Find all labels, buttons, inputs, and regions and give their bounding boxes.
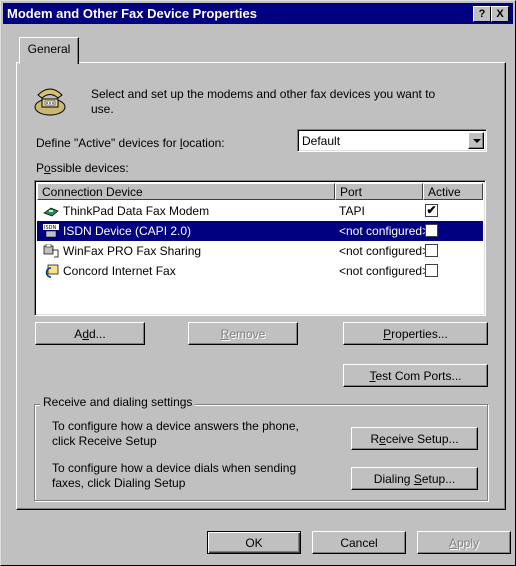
active-checkbox[interactable]: ✔	[425, 204, 438, 217]
window-title: Modem and Other Fax Device Properties	[7, 6, 257, 21]
apply-button[interactable]: Apply	[417, 531, 511, 554]
cancel-button[interactable]: Cancel	[312, 531, 406, 554]
device-port: <not configured>	[339, 224, 430, 238]
active-checkbox[interactable]	[425, 224, 438, 237]
dialing-setup-button[interactable]: Dialing Setup...	[351, 467, 478, 490]
title-bar[interactable]: Modem and Other Fax Device Properties ? …	[3, 3, 513, 24]
device-name: ISDN Device (CAPI 2.0)	[63, 224, 192, 238]
group-title: Receive and dialing settings	[40, 395, 196, 409]
properties-dialog: Modem and Other Fax Device Properties ? …	[0, 0, 516, 566]
add-button[interactable]: Add...	[35, 322, 145, 345]
concord-icon	[45, 264, 59, 278]
device-port: <not configured>	[339, 244, 430, 258]
ok-button[interactable]: OK	[207, 531, 301, 554]
chevron-down-icon[interactable]	[468, 132, 484, 149]
close-button[interactable]: X	[491, 6, 509, 22]
list-item[interactable]: ThinkPad Data Fax Modem TAPI ✔	[37, 201, 483, 221]
device-list[interactable]: Connection Device Port Active ThinkPad D…	[34, 180, 486, 316]
column-header-port[interactable]: Port	[335, 183, 423, 200]
intro-line2: use.	[91, 102, 114, 116]
device-name: ThinkPad Data Fax Modem	[63, 204, 210, 218]
list-item[interactable]: WinFax PRO Fax Sharing <not configured>	[37, 241, 483, 261]
location-value: Default	[302, 134, 341, 148]
receive-description: To configure how a device answers the ph…	[52, 419, 299, 448]
list-item[interactable]: ISDN ISDN Device (CAPI 2.0) <not configu…	[37, 221, 483, 241]
possible-devices-label: Possible devices:	[36, 161, 129, 175]
properties-button[interactable]: Properties...	[343, 322, 488, 345]
modem-icon	[43, 207, 59, 217]
device-port: TAPI	[339, 204, 365, 218]
isdn-icon: ISDN	[43, 224, 59, 238]
test-com-ports-button[interactable]: Test Com Ports...	[343, 364, 488, 387]
svg-text:ISDN: ISDN	[44, 225, 56, 231]
location-label: Define "Active" devices for location:	[36, 136, 225, 150]
device-name: WinFax PRO Fax Sharing	[63, 244, 202, 258]
list-item[interactable]: Concord Internet Fax <not configured>	[37, 261, 483, 281]
active-checkbox[interactable]	[425, 244, 438, 257]
device-name: Concord Internet Fax	[63, 264, 176, 278]
intro-line1: Select and set up the modems and other f…	[91, 87, 436, 101]
active-checkbox[interactable]	[425, 264, 438, 277]
remove-button[interactable]: Remove	[188, 322, 298, 345]
column-header-active[interactable]: Active	[423, 183, 483, 200]
device-port: <not configured>	[339, 264, 430, 278]
tab-general-label: General	[27, 42, 71, 56]
dialing-description: To configure how a device dials when sen…	[52, 461, 297, 490]
fax-phone-icon	[33, 83, 67, 117]
winfax-icon	[43, 244, 59, 258]
receive-setup-button[interactable]: Receive Setup...	[351, 427, 478, 450]
location-combobox[interactable]: Default	[297, 129, 487, 152]
tab-general[interactable]: General	[19, 37, 79, 64]
column-header-device[interactable]: Connection Device	[37, 183, 335, 200]
help-button[interactable]: ?	[473, 6, 491, 22]
